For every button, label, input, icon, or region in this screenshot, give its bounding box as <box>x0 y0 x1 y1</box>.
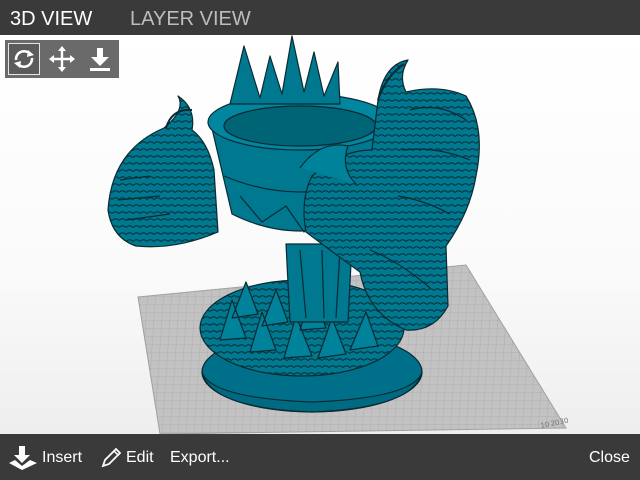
bed-label-10: 10 <box>540 421 550 430</box>
export-label: Export... <box>170 449 230 466</box>
model-scene[interactable]: 10 20 30 <box>0 35 640 434</box>
move-arrows-icon <box>49 46 75 72</box>
tab-layer-view[interactable]: LAYER VIEW <box>130 7 251 31</box>
edit-button[interactable]: Edit <box>100 447 154 469</box>
pencil-icon <box>101 447 122 468</box>
close-button[interactable]: Close <box>589 447 630 469</box>
insert-download-icon <box>9 446 37 470</box>
bed-label-30: 30 <box>559 417 569 426</box>
close-label: Close <box>589 449 630 466</box>
3d-viewport[interactable]: 10 20 30 <box>0 35 640 434</box>
edit-label: Edit <box>126 449 154 466</box>
rotate-button[interactable] <box>8 43 40 75</box>
move-button[interactable] <box>46 43 78 75</box>
view-tool-group <box>5 40 119 78</box>
export-button[interactable]: Export... <box>170 447 230 469</box>
insert-button[interactable]: Insert <box>8 446 83 470</box>
bottom-bar: Insert Edit Export... Close <box>0 434 640 480</box>
drop-to-bed-icon <box>90 48 110 71</box>
top-bar: 3D VIEW LAYER VIEW <box>0 0 640 35</box>
insert-label: Insert <box>42 449 83 466</box>
rotate-icon <box>14 50 34 68</box>
tab-3d-view[interactable]: 3D VIEW <box>10 7 92 31</box>
drop-to-bed-button[interactable] <box>84 43 116 75</box>
